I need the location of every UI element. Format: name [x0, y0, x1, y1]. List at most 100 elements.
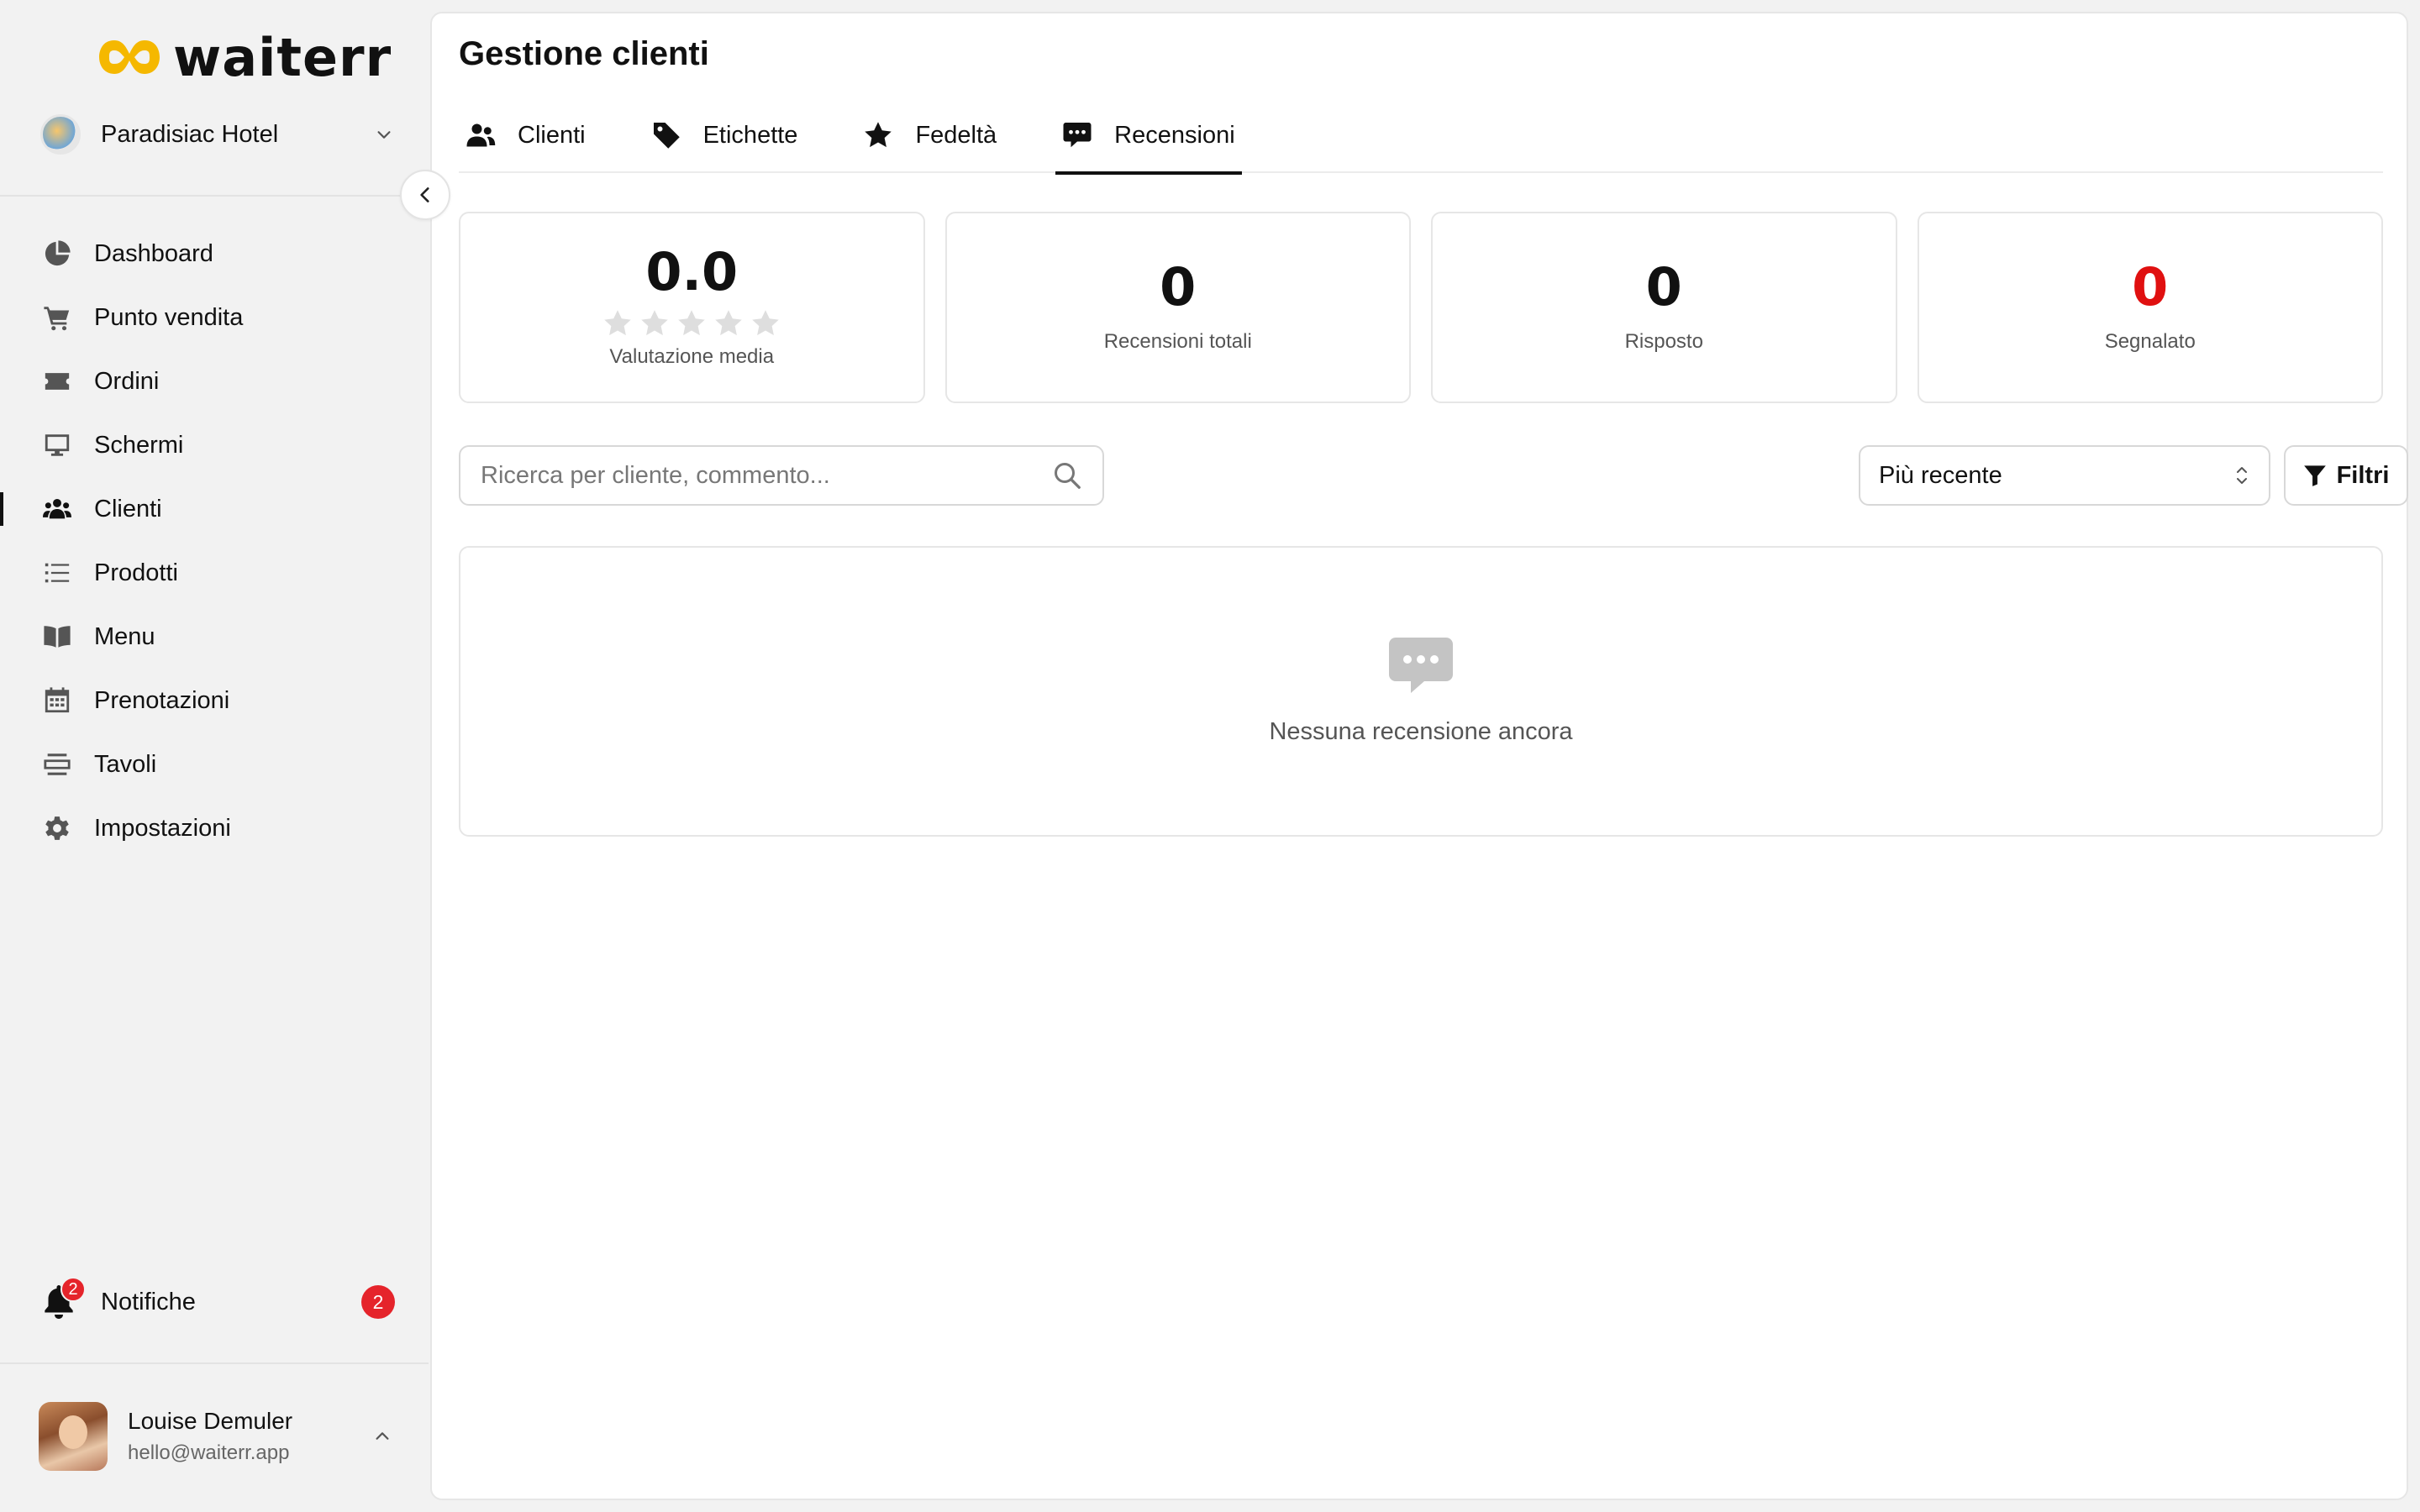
table-icon — [42, 749, 72, 780]
user-name: Louise Demuler — [128, 1408, 293, 1434]
stat-card-answered: 0 Risposto — [1431, 212, 1897, 403]
collapse-sidebar-button[interactable] — [400, 170, 450, 220]
sidebar-nav: Dashboard Punto vendita Ordini Schermi C… — [0, 222, 429, 860]
sort-selected-value: Più recente — [1879, 461, 2002, 489]
tab-label: Recensioni — [1114, 121, 1235, 149]
review-stats: 0.0 Valutazione media 0 Recensioni total… — [459, 212, 2383, 403]
sidebar-item-label: Menu — [94, 622, 155, 650]
notifications-label: Notifiche — [101, 1288, 196, 1315]
star-icon — [678, 310, 705, 336]
tab-bar: Clienti Etichette Fedeltà Recensioni — [459, 97, 2383, 175]
tag-icon — [653, 123, 680, 149]
tab-label: Fedeltà — [915, 121, 997, 149]
reviews-empty-state: Nessuna recensione ancora — [459, 546, 2383, 837]
reported-label: Segnalato — [2104, 330, 2196, 353]
sidebar-item-label: Schermi — [94, 431, 184, 459]
tab-label: Etichette — [702, 121, 798, 149]
sidebar-divider-top — [0, 195, 429, 197]
bell-icon: 2 — [42, 1277, 86, 1320]
sidebar-item-label: Punto vendita — [94, 303, 244, 331]
users-icon — [42, 494, 72, 524]
user-info: Louise Demuler hello@waiterr.app — [128, 1408, 373, 1465]
venue-selector[interactable]: Paradisiac Hotel — [40, 111, 393, 158]
answered-value: 0 — [1645, 256, 1682, 318]
stat-card-total-reviews: 0 Recensioni totali — [944, 212, 1411, 403]
waiterr-logo-icon — [99, 40, 160, 74]
sidebar-item-punto-vendita[interactable]: Punto vendita — [0, 286, 429, 349]
reviews-toolbar: Più recente Filtri — [459, 445, 2408, 506]
sidebar-item-tavoli[interactable]: Tavoli — [0, 732, 429, 796]
venue-avatar — [40, 114, 81, 155]
tab-label: Clienti — [518, 121, 586, 149]
rating-stars — [602, 308, 781, 339]
stat-card-average-rating: 0.0 Valutazione media — [459, 212, 925, 403]
star-icon — [715, 310, 742, 336]
comment-dots-icon — [1063, 123, 1092, 148]
ticket-icon — [42, 366, 72, 396]
notification-count: 2 — [361, 1285, 395, 1319]
sidebar-item-label: Ordini — [94, 367, 160, 395]
brand-logo[interactable]: waiterr — [97, 25, 392, 89]
sidebar-item-impostazioni[interactable]: Impostazioni — [0, 796, 429, 860]
chevron-down-icon — [377, 131, 391, 139]
empty-state-message: Nessuna recensione ancora — [1269, 717, 1573, 745]
stat-card-reported: 0 Segnalato — [1917, 212, 2383, 403]
user-email: hello@waiterr.app — [128, 1441, 290, 1464]
sidebar-item-label: Prenotazioni — [94, 686, 230, 714]
cart-icon — [42, 302, 72, 333]
total-reviews-value: 0 — [1160, 256, 1197, 318]
sidebar-item-notifiche[interactable]: 2 Notifiche 2 — [42, 1277, 395, 1327]
tab-clienti[interactable]: Clienti — [459, 97, 592, 173]
sidebar-item-clienti[interactable]: Clienti — [0, 477, 429, 541]
sidebar-item-label: Prodotti — [94, 559, 178, 586]
sort-select[interactable]: Più recente — [1859, 445, 2270, 506]
sidebar: waiterr Paradisiac Hotel Dashboard Punto… — [0, 0, 429, 1512]
sidebar-item-prodotti[interactable]: Prodotti — [0, 541, 429, 605]
sidebar-item-schermi[interactable]: Schermi — [0, 413, 429, 477]
total-reviews-label: Recensioni totali — [1103, 330, 1252, 353]
answered-label: Risposto — [1624, 330, 1703, 353]
page-title: Gestione clienti — [459, 35, 709, 72]
comment-dots-icon — [1389, 637, 1453, 693]
sidebar-item-label: Tavoli — [94, 750, 157, 778]
filter-button[interactable]: Filtri — [2284, 445, 2408, 506]
user-menu[interactable]: Louise Demuler hello@waiterr.app — [39, 1401, 392, 1472]
tab-recensioni[interactable]: Recensioni — [1055, 97, 1243, 175]
avatar — [39, 1402, 108, 1471]
gear-icon — [42, 813, 72, 843]
star-icon — [641, 310, 668, 336]
chevron-up-icon — [376, 1432, 389, 1440]
star-icon — [752, 310, 779, 336]
brand-name: waiterr — [173, 26, 392, 88]
tab-fedelta[interactable]: Fedeltà — [856, 97, 1003, 173]
filter-icon — [2303, 465, 2326, 486]
sidebar-item-menu[interactable]: Menu — [0, 605, 429, 669]
filter-button-label: Filtri — [2336, 461, 2390, 489]
search-icon[interactable] — [1052, 460, 1082, 491]
search-input[interactable] — [481, 461, 1052, 490]
reported-value: 0 — [2132, 256, 2169, 318]
sidebar-item-ordini[interactable]: Ordini — [0, 349, 429, 413]
average-rating-value: 0.0 — [645, 241, 739, 302]
notification-badge: 2 — [60, 1277, 86, 1302]
sidebar-item-dashboard[interactable]: Dashboard — [0, 222, 429, 286]
venue-name: Paradisiac Hotel — [101, 120, 279, 148]
sidebar-item-prenotazioni[interactable]: Prenotazioni — [0, 669, 429, 732]
monitor-icon — [42, 430, 72, 460]
chevron-up-down-icon — [2237, 467, 2247, 484]
main-panel: Gestione clienti Clienti Etichette Fedel… — [430, 12, 2408, 1500]
search-box[interactable] — [459, 445, 1104, 506]
calendar-icon — [42, 685, 72, 716]
average-rating-label: Valutazione media — [609, 345, 775, 368]
book-icon — [42, 622, 72, 652]
list-icon — [42, 558, 72, 588]
sidebar-item-label: Clienti — [94, 495, 162, 522]
sidebar-divider-bottom — [0, 1362, 429, 1364]
chevron-left-icon — [420, 187, 429, 202]
sidebar-item-label: Impostazioni — [94, 814, 231, 842]
users-icon — [466, 123, 496, 147]
star-icon — [604, 310, 631, 336]
sidebar-item-label: Dashboard — [94, 239, 213, 267]
star-icon — [865, 122, 892, 148]
tab-etichette[interactable]: Etichette — [644, 97, 805, 173]
